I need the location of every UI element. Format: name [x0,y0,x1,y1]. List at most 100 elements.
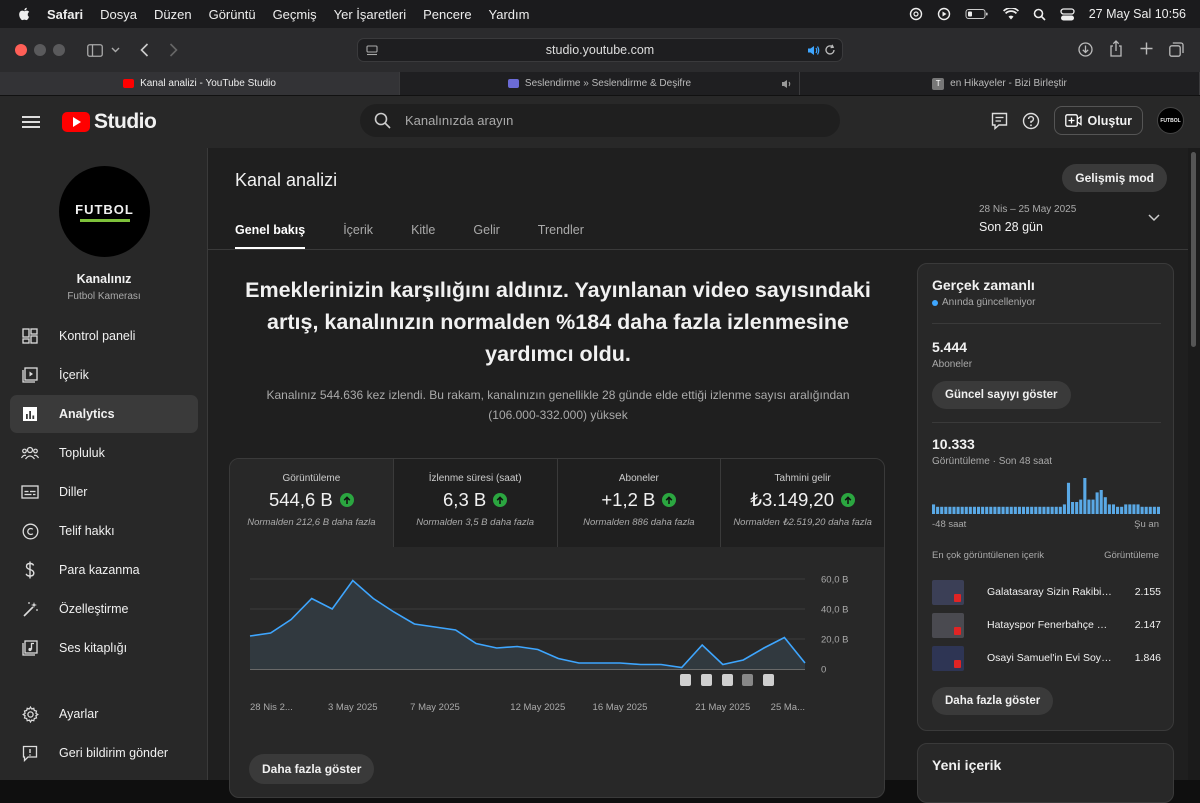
realtime-bar[interactable] [976,506,981,514]
realtime-bar[interactable] [1152,506,1156,514]
show-current-count-button[interactable]: Güncel sayıyı göster [932,381,1071,409]
sidebar-item-customization[interactable]: Özelleştirme [10,590,198,628]
chart-point[interactable] [618,661,622,665]
downloads-icon[interactable] [1078,42,1093,57]
menu-view[interactable]: Görüntü [209,7,256,22]
sidebar-item-monetization[interactable]: Para kazanma [10,551,198,589]
realtime-show-more-button[interactable]: Daha fazla göster [932,687,1054,715]
minimize-window-button[interactable] [34,44,46,56]
chart-point[interactable] [433,625,437,629]
realtime-bar[interactable] [1013,506,1017,514]
chatgpt-icon[interactable] [909,7,923,21]
date-dropdown-chevron-icon[interactable] [1148,214,1160,222]
sidebar-item-settings[interactable]: Ayarlar [10,695,198,733]
realtime-bar[interactable] [1026,506,1030,514]
search-input[interactable]: Kanalınızda arayın [405,113,513,128]
help-icon[interactable] [1022,112,1040,130]
clock[interactable]: 27 May Sal 10:56 [1089,7,1186,21]
realtime-bar[interactable] [1075,502,1079,514]
menu-file[interactable]: Dosya [100,7,137,22]
tab-revenue[interactable]: Gelir [473,223,499,237]
sidebar-item-feedback[interactable]: Geri bildirim gönder [10,734,198,772]
realtime-bar[interactable] [1120,506,1124,514]
tab-content[interactable]: İçerik [343,223,373,237]
chart-point[interactable] [536,648,540,652]
realtime-bar[interactable] [1136,504,1140,514]
browser-tab-hikayeler[interactable]: T en Hikayeler - Bizi Birleştir [800,72,1200,95]
video-marker-icon[interactable] [742,674,753,686]
studio-logo[interactable]: Studio [62,110,157,134]
scrollbar-thumb[interactable] [1191,152,1196,347]
metric-watch-time[interactable]: İzlenme süresi (saat) 6,3 B Normalden 3,… [393,459,558,547]
realtime-bar-chart[interactable] [932,474,1161,514]
shorts-marker-icon[interactable] [701,674,712,686]
realtime-bar[interactable] [1042,506,1046,514]
realtime-bar[interactable] [1132,504,1136,514]
realtime-bar[interactable] [1111,504,1116,514]
realtime-bar[interactable] [1038,506,1042,514]
control-center-icon[interactable] [1060,7,1075,21]
realtime-bar[interactable] [1124,504,1128,514]
menu-history[interactable]: Geçmiş [273,7,317,22]
reload-icon[interactable] [824,44,836,56]
top-content-row[interactable]: Osayi Samuel'in Evi Soyuldu 1.846 [932,645,1161,671]
chart-point[interactable] [474,642,478,646]
tab-audience[interactable]: Kitle [411,223,435,237]
sidebar-toggle-icon[interactable] [87,43,103,57]
realtime-bar[interactable] [1062,504,1066,514]
create-button[interactable]: Oluştur [1053,106,1143,135]
realtime-bar[interactable] [972,506,976,514]
top-content-row[interactable]: Galatasaray Sizin Rakibiniz Değil! 2.155 [932,579,1161,605]
chart-point[interactable] [597,661,601,665]
top-content-row[interactable]: Hatayspor Fenerbahçe Maçı 2.147 [932,612,1161,638]
chart-point[interactable] [680,666,684,670]
metric-views[interactable]: Görüntüleme 544,6 B Normalden 212,6 B da… [230,459,394,547]
chart-point[interactable] [762,646,766,650]
realtime-bar[interactable] [993,506,997,514]
share-icon[interactable] [1109,40,1123,57]
realtime-bar[interactable] [1021,506,1026,514]
realtime-bar[interactable] [1156,506,1160,514]
chart-point[interactable] [721,663,725,667]
sidebar-item-community[interactable]: Topluluk [10,434,198,472]
realtime-bar[interactable] [989,506,993,514]
channel-avatar[interactable]: FUTBOL [59,166,150,257]
browser-tab-studio[interactable]: Kanal analizi - YouTube Studio [0,72,400,95]
chart-point[interactable] [248,634,252,638]
chart-point[interactable] [659,663,663,667]
realtime-bar[interactable] [1066,482,1071,514]
chart-point[interactable] [289,618,293,622]
shorts-marker-icon[interactable] [680,674,691,686]
realtime-bar[interactable] [1050,506,1054,514]
advanced-mode-button[interactable]: Gelişmiş mod [1062,164,1167,192]
realtime-bar[interactable] [1030,506,1034,514]
realtime-bar[interactable] [1079,499,1083,514]
sidebar-item-dashboard[interactable]: Kontrol paneli [10,317,198,355]
realtime-bar[interactable] [1099,490,1103,514]
realtime-bar[interactable] [944,506,948,514]
realtime-bar[interactable] [1001,506,1005,514]
realtime-bar[interactable] [968,506,972,514]
realtime-bar[interactable] [1058,506,1062,514]
address-bar[interactable]: studio.youtube.com [357,38,843,62]
tab-overview-icon[interactable] [1169,42,1184,57]
realtime-bar[interactable] [948,506,952,514]
spotlight-search-icon[interactable] [1033,8,1046,21]
realtime-bar[interactable] [1095,492,1099,514]
menu-bookmarks[interactable]: Yer İşaretleri [334,7,407,22]
tab-trends[interactable]: Trendler [538,223,584,237]
realtime-bar[interactable] [1046,506,1050,514]
menu-edit[interactable]: Düzen [154,7,192,22]
chart-point[interactable] [351,579,355,583]
sidebar-item-languages[interactable]: Diller [10,473,198,511]
realtime-bar[interactable] [1140,506,1144,514]
chart-point[interactable] [330,607,334,611]
page-menu-icon[interactable] [366,44,378,56]
chart-point[interactable] [310,597,314,601]
chart-point[interactable] [269,631,273,635]
realtime-bar[interactable] [985,506,989,514]
realtime-bar[interactable] [932,504,936,514]
tab-overview[interactable]: Genel bakış [235,223,306,249]
chart-point[interactable] [741,658,745,662]
realtime-bar[interactable] [997,506,1001,514]
